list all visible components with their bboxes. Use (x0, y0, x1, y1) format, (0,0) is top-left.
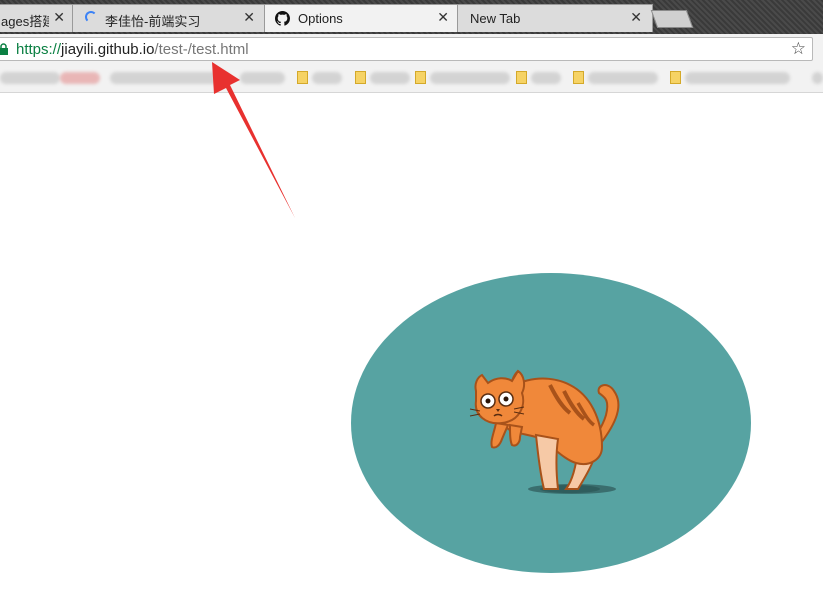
page-content (0, 93, 823, 606)
loading-spinner-icon (85, 11, 97, 23)
folder-icon[interactable] (573, 71, 584, 84)
bookmark-item[interactable] (588, 72, 658, 84)
bookmark-item[interactable] (531, 72, 561, 84)
bookmarks-bar (0, 64, 823, 93)
bookmark-item[interactable] (430, 72, 510, 84)
github-icon (275, 11, 290, 26)
tab-options[interactable]: Options ✕ (264, 4, 460, 32)
bookmark-item[interactable] (60, 72, 100, 84)
cat-illustration (469, 369, 620, 494)
url-text[interactable]: https://jiayili.github.io/test-/test.htm… (16, 41, 249, 58)
tab-strip: ages搭建 ✕ 李佳怡-前端实习 ✕ Options ✕ New Tab ✕ (0, 0, 823, 34)
bookmark-item[interactable] (0, 72, 60, 84)
tab-label: ages搭建 (1, 14, 49, 29)
folder-icon[interactable] (516, 71, 527, 84)
bookmark-item[interactable] (110, 72, 230, 84)
bookmark-item[interactable] (240, 72, 285, 84)
tab-resume[interactable]: 李佳怡-前端实习 ✕ (72, 4, 266, 32)
toolbar: https://jiayili.github.io/test-/test.htm… (0, 34, 823, 64)
close-icon[interactable]: ✕ (630, 9, 642, 26)
folder-icon[interactable] (415, 71, 426, 84)
close-icon[interactable]: ✕ (243, 9, 255, 26)
bookmark-item[interactable] (812, 72, 823, 84)
address-bar[interactable]: https://jiayili.github.io/test-/test.htm… (0, 37, 813, 61)
folder-icon[interactable] (297, 71, 308, 84)
tab-new[interactable]: New Tab ✕ (457, 4, 653, 32)
tab-label: Options (298, 11, 343, 26)
url-scheme: https:// (16, 41, 62, 58)
url-host: jiayili.github.io (61, 41, 155, 58)
new-tab-button[interactable] (650, 10, 694, 28)
star-icon[interactable]: ☆ (791, 39, 806, 59)
folder-icon[interactable] (355, 71, 366, 84)
bookmark-item[interactable] (312, 72, 342, 84)
lock-icon (0, 43, 8, 55)
tab-label: 李佳怡-前端实习 (105, 14, 201, 29)
url-path: /test-/test.html (154, 41, 249, 58)
close-icon[interactable]: ✕ (53, 9, 65, 26)
bookmark-item[interactable] (370, 72, 410, 84)
folder-icon[interactable] (670, 71, 681, 84)
tab-pages[interactable]: ages搭建 ✕ (0, 4, 74, 32)
bookmark-item[interactable] (685, 72, 790, 84)
tab-label: New Tab (470, 11, 521, 26)
close-icon[interactable]: ✕ (437, 9, 449, 26)
